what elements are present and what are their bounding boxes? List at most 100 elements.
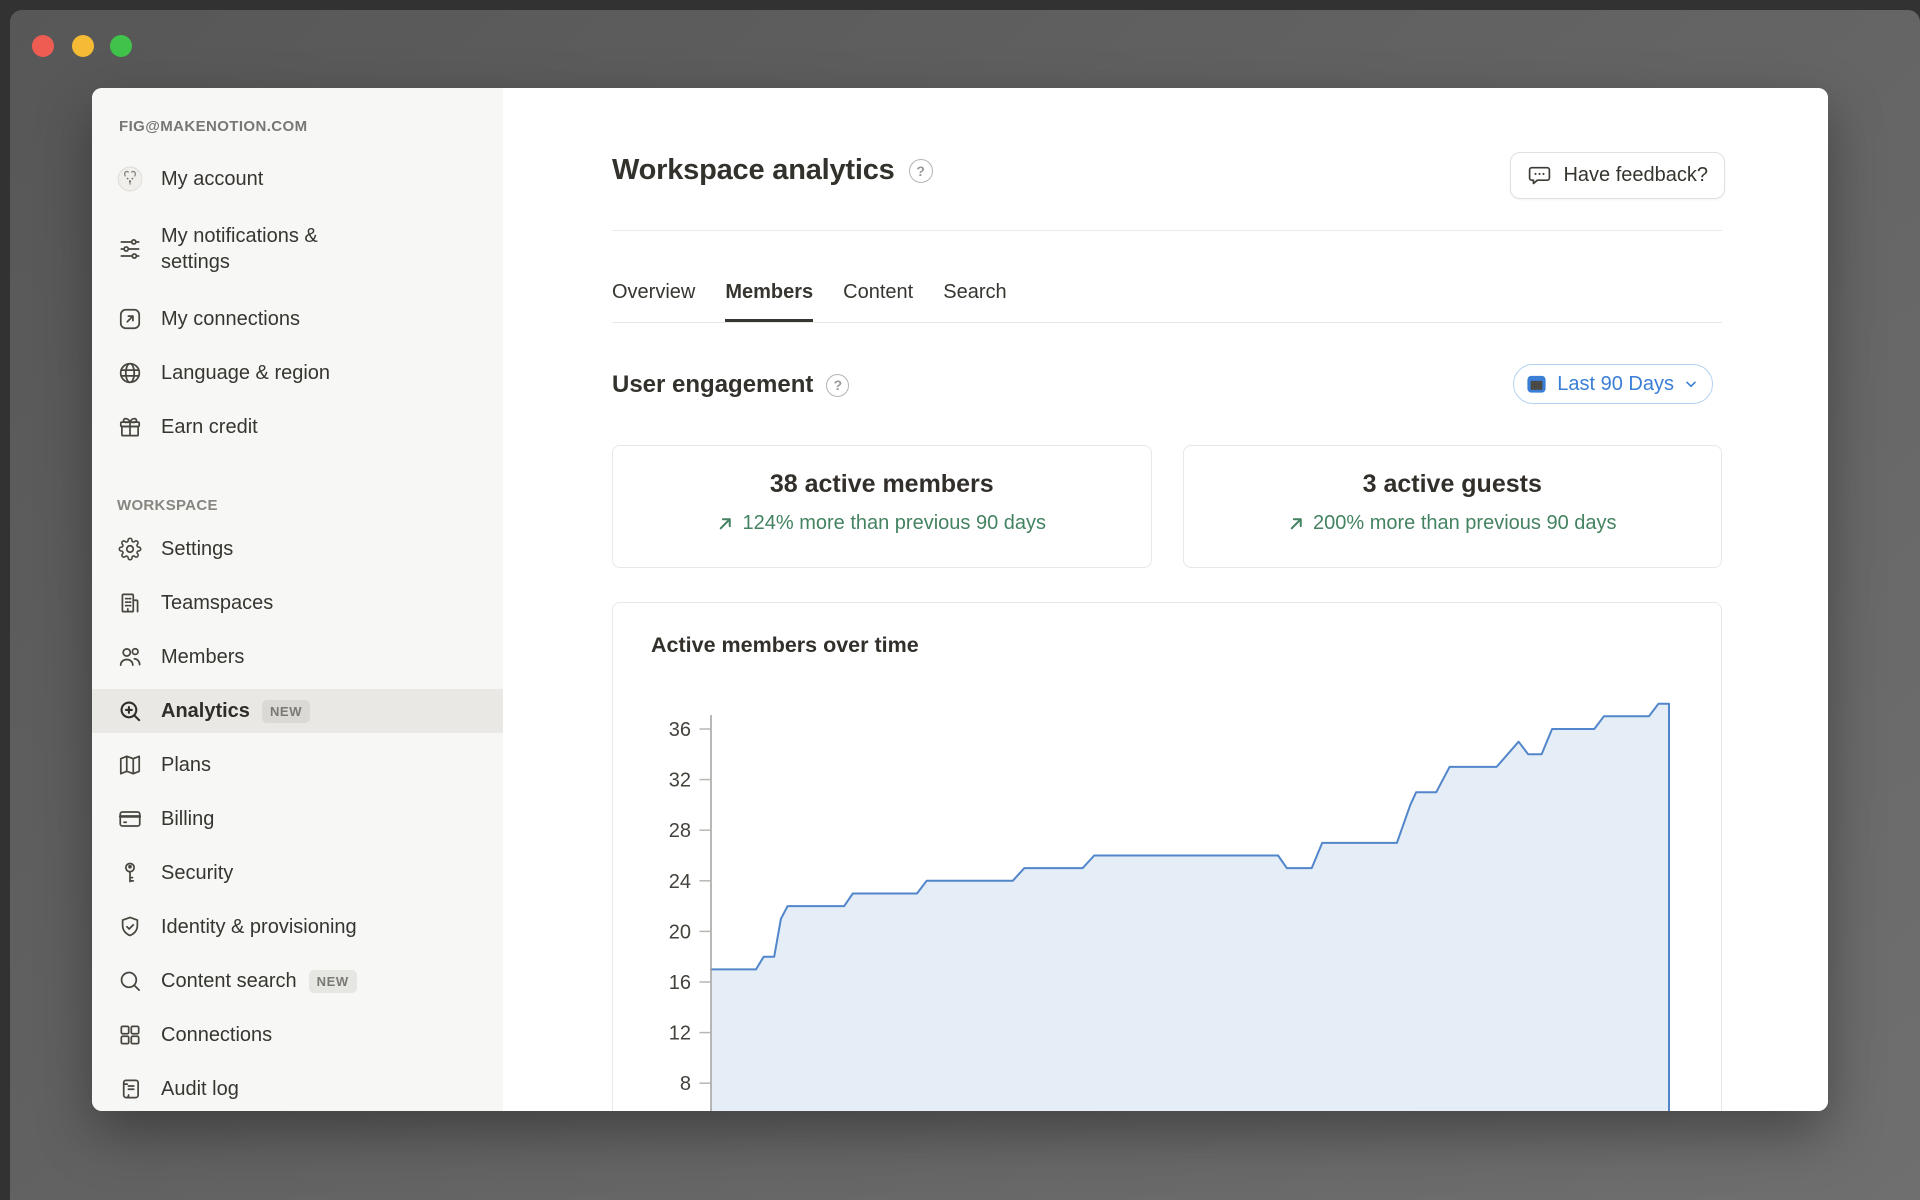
tab-members[interactable]: Members <box>725 262 813 322</box>
new-badge: NEW <box>308 969 357 993</box>
svg-text:24: 24 <box>669 871 691 893</box>
svg-text:12: 12 <box>669 1023 691 1045</box>
svg-text:16: 16 <box>669 972 691 994</box>
active-members-delta: 124% more than previous 90 days <box>613 512 1151 535</box>
page-title: Workspace analytics <box>612 154 895 186</box>
people-icon <box>117 644 143 670</box>
members-chart: 36 32 28 24 20 16 12 8 <box>669 702 1670 1111</box>
have-feedback-label: Have feedback? <box>1563 164 1708 186</box>
credit-card-icon <box>117 806 143 832</box>
minimize-window-button[interactable] <box>72 35 94 57</box>
have-feedback-button[interactable]: Have feedback? <box>1510 152 1725 199</box>
zoom-window-button[interactable] <box>110 35 132 57</box>
active-members-card: 38 active members 124% more than previou… <box>612 445 1152 568</box>
sidebar-item-security[interactable]: Security <box>92 851 503 895</box>
sidebar-item-my-account[interactable]: My account <box>92 157 503 201</box>
page-title-row: Workspace analytics ? <box>612 154 933 187</box>
sidebar-item-label: Content search <box>161 970 297 992</box>
desktop-background: FIG@MAKENOTION.COM My account My notific… <box>0 0 1920 1200</box>
active-guests-value: 3 active guests <box>1362 470 1542 498</box>
sidebar-item-label: My notifications & settings <box>161 225 318 273</box>
user-engagement-heading-row: User engagement ? <box>612 371 850 399</box>
active-members-chart-card: Active members over time 36 32 28 24 20 … <box>612 602 1722 1111</box>
help-icon[interactable]: ? <box>826 373 850 397</box>
sidebar-item-label: Billing <box>161 808 215 830</box>
sidebar-item-earn-credit[interactable]: Earn credit <box>92 405 503 449</box>
sidebar-item-my-connections[interactable]: My connections <box>92 297 503 341</box>
active-guests-card: 3 active guests 200% more than previous … <box>1182 445 1722 568</box>
sidebar-item-label: Language & region <box>161 362 331 384</box>
header-divider <box>612 230 1722 231</box>
grid-icon <box>117 1022 143 1048</box>
shield-check-icon <box>117 914 143 940</box>
new-badge: NEW <box>261 699 311 723</box>
calendar-icon <box>1525 373 1548 396</box>
avatar <box>117 166 143 192</box>
tab-content[interactable]: Content <box>843 262 913 322</box>
trend-up-icon <box>720 518 732 530</box>
chart-y-ticks <box>699 728 711 1084</box>
svg-text:28: 28 <box>669 820 691 842</box>
gear-icon <box>117 536 143 562</box>
trend-up-icon <box>1290 518 1302 530</box>
account-nav: My account My notifications & settings M… <box>117 157 503 449</box>
date-range-label: Last 90 Days <box>1557 372 1674 395</box>
account-email: FIG@MAKENOTION.COM <box>119 118 308 135</box>
chart-y-labels: 36 32 28 24 20 16 12 8 <box>669 719 691 1095</box>
svg-text:20: 20 <box>669 921 691 943</box>
map-icon <box>117 752 143 778</box>
sidebar-item-label: Members <box>161 646 245 668</box>
sidebar-item-members[interactable]: Members <box>92 635 503 679</box>
analytics-main: Workspace analytics ? Have feedback? Ove… <box>503 88 1828 1111</box>
chevron-down-icon <box>1683 376 1699 392</box>
sidebar-item-label: Teamspaces <box>161 592 274 614</box>
engagement-stat-cards: 38 active members 124% more than previou… <box>612 445 1722 568</box>
chart-area <box>711 703 1669 1111</box>
svg-text:36: 36 <box>669 719 691 741</box>
sidebar-item-identity-provisioning[interactable]: Identity & provisioning <box>92 905 503 949</box>
sidebar-item-label: My account <box>161 168 264 190</box>
sidebar-item-label: Identity & provisioning <box>161 916 357 938</box>
tab-overview[interactable]: Overview <box>612 262 695 322</box>
analytics-tabs: Overview Members Content Search <box>612 262 1722 323</box>
chat-bubble-icon <box>1527 163 1552 188</box>
sidebar-item-audit-log[interactable]: Audit log <box>92 1067 503 1111</box>
settings-sidebar: FIG@MAKENOTION.COM My account My notific… <box>92 88 503 1111</box>
sidebar-item-label: My connections <box>161 308 300 330</box>
gift-icon <box>117 414 143 440</box>
sidebar-item-label: Settings <box>161 538 234 560</box>
sidebar-item-label: Connections <box>161 1024 273 1046</box>
sidebar-item-label: Audit log <box>161 1078 239 1100</box>
close-window-button[interactable] <box>32 35 54 57</box>
globe-icon <box>117 360 143 386</box>
svg-text:32: 32 <box>669 770 691 792</box>
sidebar-item-label: Earn credit <box>161 416 258 438</box>
date-range-selector[interactable]: Last 90 Days <box>1513 364 1713 404</box>
tab-search[interactable]: Search <box>943 262 1006 322</box>
sidebar-item-notifications-settings[interactable]: My notifications & settings <box>92 211 503 287</box>
sidebar-item-connections[interactable]: Connections <box>92 1013 503 1057</box>
svg-text:8: 8 <box>680 1073 691 1095</box>
arrow-up-right-box-icon <box>117 306 143 332</box>
sidebar-item-teamspaces[interactable]: Teamspaces <box>92 581 503 625</box>
sidebar-item-language-region[interactable]: Language & region <box>92 351 503 395</box>
workspace-nav: Settings Teamspaces Members Analytics NE… <box>92 527 503 1111</box>
scroll-icon <box>117 1076 143 1102</box>
sidebar-item-label: Security <box>161 862 234 884</box>
sidebar-item-plans[interactable]: Plans <box>92 743 503 787</box>
sidebar-item-billing[interactable]: Billing <box>92 797 503 841</box>
help-icon[interactable]: ? <box>908 158 933 183</box>
sidebar-item-analytics[interactable]: Analytics NEW <box>92 689 503 733</box>
sidebar-item-content-search[interactable]: Content search NEW <box>92 959 503 1003</box>
sliders-icon <box>117 236 143 262</box>
building-icon <box>117 590 143 616</box>
settings-dialog: FIG@MAKENOTION.COM My account My notific… <box>92 88 1828 1111</box>
sidebar-item-label: Analytics <box>161 700 250 722</box>
search-icon <box>117 968 143 994</box>
active-guests-delta: 200% more than previous 90 days <box>1184 512 1722 535</box>
key-icon <box>117 860 143 886</box>
user-engagement-heading: User engagement <box>612 371 814 398</box>
sidebar-item-settings[interactable]: Settings <box>92 527 503 571</box>
active-members-value: 38 active members <box>769 470 994 498</box>
workspace-section-label: WORKSPACE <box>117 497 218 514</box>
